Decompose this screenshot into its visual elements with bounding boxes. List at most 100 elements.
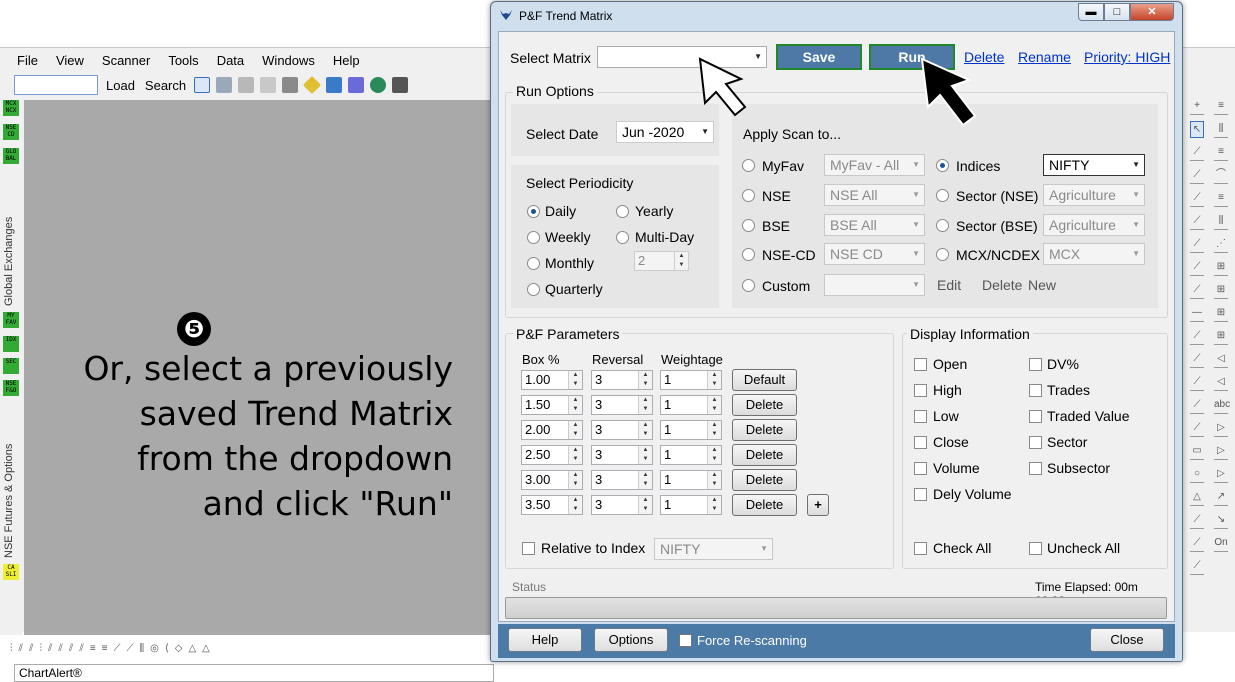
- open-checkbox[interactable]: [914, 358, 927, 371]
- on-toggle-icon[interactable]: On: [1214, 535, 1228, 552]
- reversal-stepper[interactable]: 3 ▲ ▼: [591, 370, 653, 390]
- line-tool-icon[interactable]: ⟋: [1190, 535, 1204, 552]
- grid-icon[interactable]: ⊞: [1214, 259, 1228, 276]
- tool-icon[interactable]: ⫽: [19, 643, 23, 654]
- stepper-arrows-icon[interactable]: ▲ ▼: [638, 371, 652, 389]
- sector-checkbox[interactable]: [1029, 436, 1042, 449]
- relative-index-checkbox[interactable]: [522, 542, 535, 555]
- line-tool-icon[interactable]: ⟋: [1190, 190, 1204, 207]
- stepper-arrows-icon[interactable]: ▲ ▼: [638, 446, 652, 464]
- tool-icon[interactable]: ⫶: [39, 643, 42, 654]
- grid-icon[interactable]: ⊞: [1214, 328, 1228, 345]
- stepper-arrows-icon[interactable]: ▲ ▼: [568, 396, 582, 414]
- stepper-arrows-icon[interactable]: ▲ ▼: [638, 496, 652, 514]
- select-date-dropdown[interactable]: Jun -2020: [616, 121, 714, 143]
- uncheck-all-checkbox[interactable]: [1029, 542, 1042, 555]
- mcx-ncx-icon[interactable]: MCX NCX: [3, 100, 19, 116]
- tool-icon[interactable]: △: [188, 643, 196, 654]
- line-tool-icon[interactable]: ⟋: [1190, 167, 1204, 184]
- stepper-arrows-icon[interactable]: ▲ ▼: [638, 396, 652, 414]
- nse-cd-icon[interactable]: NSE CD: [3, 124, 19, 140]
- rectangle-icon[interactable]: ▭: [1190, 443, 1204, 460]
- box-stepper[interactable]: 1.50 ▲ ▼: [521, 395, 583, 415]
- grid-icon[interactable]: ⊞: [1214, 305, 1228, 322]
- globe-icon[interactable]: [370, 77, 387, 93]
- stepper-arrows-icon[interactable]: ▲ ▼: [568, 371, 582, 389]
- scan-icon[interactable]: [348, 77, 365, 93]
- default-button[interactable]: Default: [732, 369, 797, 391]
- bse-dropdown[interactable]: BSE All: [824, 214, 925, 236]
- relative-index-dropdown[interactable]: NIFTY: [654, 538, 773, 560]
- menu-windows[interactable]: Windows: [262, 53, 315, 68]
- line-tool-icon[interactable]: ⟋: [1190, 397, 1204, 414]
- delete-row-button[interactable]: Delete: [732, 469, 797, 491]
- menu-file[interactable]: File: [17, 53, 38, 68]
- traded-value-checkbox[interactable]: [1029, 410, 1042, 423]
- stepper-arrows-icon[interactable]: ▲ ▼: [568, 446, 582, 464]
- line-tool-icon[interactable]: ⟋: [1190, 351, 1204, 368]
- window-icon[interactable]: [392, 77, 409, 93]
- tool-icon[interactable]: ⫽: [69, 643, 73, 654]
- stepper-arrows-icon[interactable]: ▲ ▼: [674, 252, 688, 270]
- stepper-arrows-icon[interactable]: ▲ ▼: [568, 421, 582, 439]
- lines-icon[interactable]: ≡: [1214, 98, 1228, 115]
- stepper-arrows-icon[interactable]: ▲ ▼: [707, 421, 721, 439]
- tool-icon[interactable]: ⫽: [58, 643, 62, 654]
- arrow-icon[interactable]: ↘: [1214, 512, 1228, 529]
- fan-icon[interactable]: ⋰: [1214, 236, 1228, 253]
- m-icon[interactable]: [326, 77, 343, 93]
- arc-icon[interactable]: ⌒: [1214, 167, 1228, 184]
- dely-volume-checkbox[interactable]: [914, 488, 927, 501]
- tool-icon[interactable]: ⫽: [29, 643, 33, 654]
- check-all-checkbox[interactable]: [914, 542, 927, 555]
- box-stepper[interactable]: 1.00 ▲ ▼: [521, 370, 583, 390]
- radio-mcx-ncdex[interactable]: [936, 248, 949, 261]
- reversal-stepper[interactable]: 3 ▲ ▼: [591, 420, 653, 440]
- print-icon[interactable]: [238, 77, 255, 93]
- menu-scanner[interactable]: Scanner: [102, 53, 150, 68]
- bars-icon[interactable]: ⫼: [1214, 121, 1228, 138]
- custom-dropdown[interactable]: [824, 274, 925, 296]
- weightage-stepper[interactable]: 1 ▲ ▼: [660, 495, 722, 515]
- tool-icon[interactable]: ≡: [90, 643, 96, 654]
- box-stepper[interactable]: 2.50 ▲ ▼: [521, 445, 583, 465]
- arrow-right-icon[interactable]: ▷: [1214, 466, 1228, 483]
- delete-row-button[interactable]: Delete: [732, 419, 797, 441]
- line-tool-icon[interactable]: ⟋: [1190, 259, 1204, 276]
- arrow-left-icon[interactable]: ◁: [1214, 374, 1228, 391]
- stepper-arrows-icon[interactable]: ▲ ▼: [707, 396, 721, 414]
- radio-sector-bse[interactable]: [936, 219, 949, 232]
- radio-nse[interactable]: [742, 189, 755, 202]
- tool-icon[interactable]: ⫽: [79, 643, 83, 654]
- minimize-button[interactable]: ▬: [1078, 3, 1104, 21]
- myfav-dropdown[interactable]: MyFav - All: [824, 154, 925, 176]
- load-button[interactable]: Load: [104, 78, 137, 93]
- box-stepper[interactable]: 2.00 ▲ ▼: [521, 420, 583, 440]
- ellipse-icon[interactable]: ○: [1190, 466, 1204, 483]
- nse-futures-label[interactable]: NSE Futures & Options: [3, 400, 15, 558]
- trades-checkbox[interactable]: [1029, 384, 1042, 397]
- bars-icon[interactable]: ⫼: [1214, 213, 1228, 230]
- stepper-arrows-icon[interactable]: ▲ ▼: [707, 471, 721, 489]
- symbol-input[interactable]: [14, 75, 98, 95]
- radio-sector-nse[interactable]: [936, 189, 949, 202]
- text-tool-icon[interactable]: abc: [1214, 397, 1230, 414]
- line-tool-icon[interactable]: ⟋: [1190, 374, 1204, 391]
- radio-quarterly[interactable]: [527, 283, 540, 296]
- line-tool-icon[interactable]: ⟋: [1190, 512, 1204, 529]
- search-button[interactable]: Search: [143, 78, 188, 93]
- radio-weekly[interactable]: [527, 231, 540, 244]
- weightage-stepper[interactable]: 1 ▲ ▼: [660, 445, 722, 465]
- dv-percent-checkbox[interactable]: [1029, 358, 1042, 371]
- lines-icon[interactable]: ≡: [1214, 144, 1228, 161]
- custom-edit-link[interactable]: Edit: [937, 277, 961, 293]
- dialog-title-bar[interactable]: P&F Trend Matrix ▬ □ ✕: [491, 2, 1182, 30]
- tool-icon[interactable]: ⟋: [114, 643, 121, 654]
- radio-yearly[interactable]: [616, 205, 629, 218]
- lines-icon[interactable]: ≡: [1214, 190, 1228, 207]
- menu-view[interactable]: View: [56, 53, 84, 68]
- radio-nse-cd[interactable]: [742, 248, 755, 261]
- line-tool-icon[interactable]: ⟋: [1190, 328, 1204, 345]
- tool-icon[interactable]: ≡: [102, 643, 108, 654]
- nse-fo-icon[interactable]: NSE F&O: [3, 380, 19, 396]
